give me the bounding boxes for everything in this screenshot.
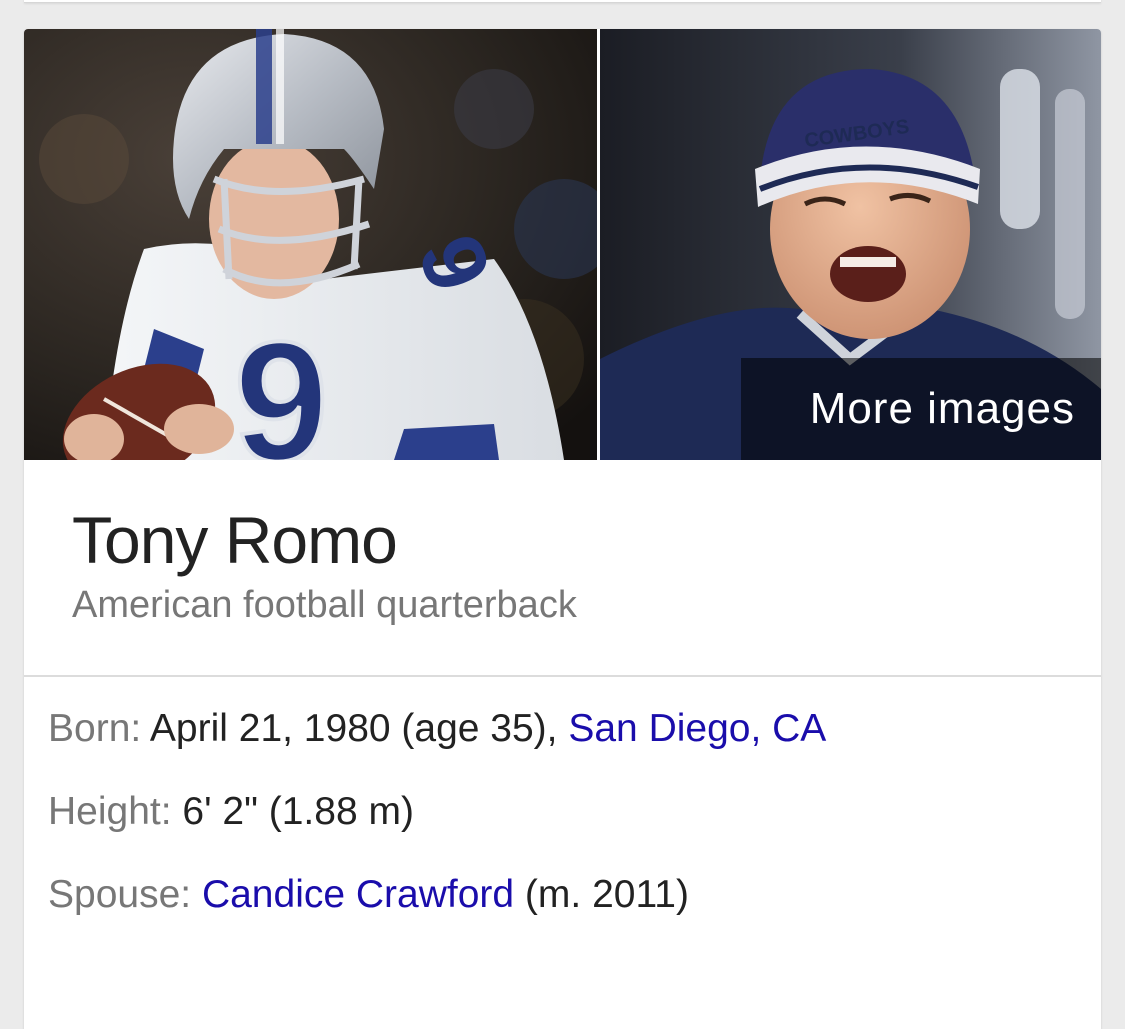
spouse-link[interactable]: Candice Crawford bbox=[202, 873, 514, 916]
player-helmet-image: 9 9 bbox=[24, 29, 597, 460]
fact-label-born: Born: bbox=[48, 707, 142, 750]
fact-label-spouse: Spouse: bbox=[48, 873, 192, 916]
image-strip: 9 9 COWBOYS More images bbox=[24, 29, 1101, 460]
birthplace-link[interactable]: San Diego, CA bbox=[568, 707, 826, 750]
fact-height: Height: 6' 2" (1.88 m) bbox=[48, 783, 1048, 866]
player-photo-left[interactable]: 9 9 bbox=[24, 29, 597, 460]
svg-text:9: 9 bbox=[234, 307, 329, 460]
entity-title: Tony Romo bbox=[72, 503, 398, 577]
fact-spouse: Spouse: Candice Crawford (m. 2011) bbox=[48, 866, 1048, 949]
fact-value-height: 6' 2" (1.88 m) bbox=[171, 790, 414, 833]
facts-list: Born: April 21, 1980 (age 35), San Diego… bbox=[48, 700, 1048, 949]
player-photo-right[interactable]: COWBOYS More images bbox=[600, 29, 1101, 460]
fact-label-height: Height: bbox=[48, 790, 172, 833]
fact-value-spouse: (m. 2011) bbox=[514, 873, 689, 916]
entity-subtitle: American football quarterback bbox=[72, 584, 577, 626]
fact-born: Born: April 21, 1980 (age 35), San Diego… bbox=[48, 700, 1048, 783]
fact-spouse-space bbox=[191, 873, 202, 916]
more-images-button[interactable]: More images bbox=[741, 358, 1101, 460]
previous-card-edge bbox=[24, 0, 1101, 3]
fact-value-born: April 21, 1980 (age 35), bbox=[141, 707, 569, 750]
entity-header: Tony Romo American football quarterback bbox=[24, 460, 1101, 677]
